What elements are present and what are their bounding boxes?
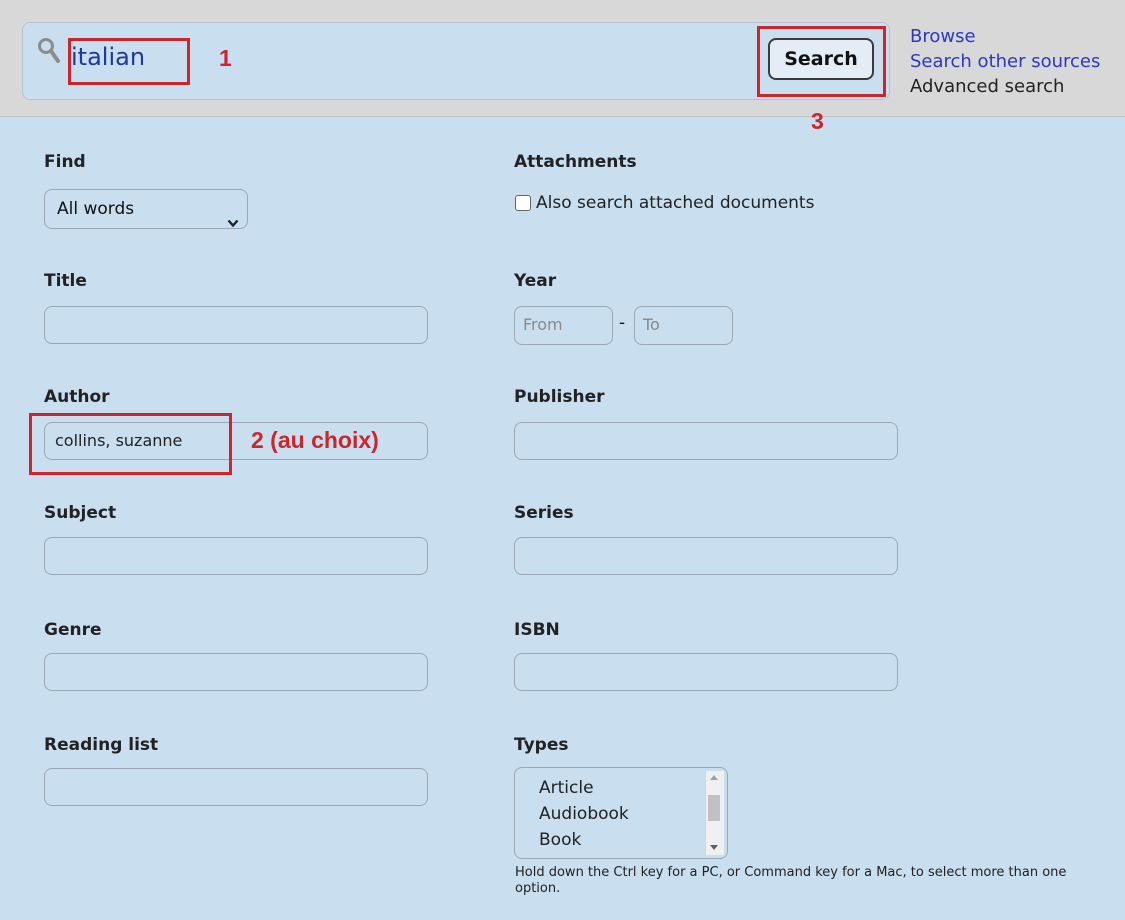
types-option-article[interactable]: Article xyxy=(539,778,594,798)
isbn-field[interactable] xyxy=(514,653,898,691)
attachments-checkbox[interactable] xyxy=(515,195,531,211)
find-select-value: All words xyxy=(57,199,135,219)
browse-link[interactable]: Browse xyxy=(910,24,1100,49)
series-field[interactable] xyxy=(514,537,898,575)
advanced-search-link[interactable]: Advanced search xyxy=(910,74,1100,99)
types-label: Types xyxy=(514,735,569,755)
year-from-field[interactable]: From xyxy=(514,306,613,345)
annotation-number-2: 2 (au choix) xyxy=(251,427,379,453)
annotation-box-search-term xyxy=(68,38,190,85)
genre-label: Genre xyxy=(44,620,102,640)
annotation-box-author xyxy=(29,413,232,475)
genre-field[interactable] xyxy=(44,653,428,691)
types-listbox[interactable]: Article Audiobook Book xyxy=(514,767,728,859)
subject-field[interactable] xyxy=(44,537,428,575)
attachments-checkbox-label: Also search attached documents xyxy=(536,193,815,213)
types-hint-text: Hold down the Ctrl key for a PC, or Comm… xyxy=(515,865,1067,896)
scroll-down-icon[interactable] xyxy=(710,845,718,850)
author-label: Author xyxy=(44,387,110,407)
chevron-down-icon xyxy=(227,204,239,242)
types-scrollbar-thumb[interactable] xyxy=(708,795,720,821)
year-to-placeholder: To xyxy=(643,315,660,334)
title-label: Title xyxy=(44,271,87,291)
find-label: Find xyxy=(44,152,86,172)
search-icon xyxy=(37,37,63,71)
year-range-separator: - xyxy=(619,313,626,333)
scroll-up-icon[interactable] xyxy=(710,775,718,780)
subject-label: Subject xyxy=(44,503,117,523)
attachments-label: Attachments xyxy=(514,152,637,172)
annotation-number-1: 1 xyxy=(219,45,232,71)
annotation-box-search-button xyxy=(757,26,886,97)
isbn-label: ISBN xyxy=(514,620,560,640)
search-mode-links: Browse Search other sources Advanced sea… xyxy=(910,24,1100,99)
year-to-field[interactable]: To xyxy=(634,306,733,345)
year-from-placeholder: From xyxy=(523,315,563,334)
year-label: Year xyxy=(514,271,557,291)
types-option-audiobook[interactable]: Audiobook xyxy=(539,804,629,824)
reading-list-field[interactable] xyxy=(44,768,428,806)
publisher-label: Publisher xyxy=(514,387,605,407)
annotation-number-3: 3 xyxy=(811,108,824,134)
series-label: Series xyxy=(514,503,574,523)
reading-list-label: Reading list xyxy=(44,735,159,755)
find-select[interactable]: All words xyxy=(44,189,248,229)
search-other-sources-link[interactable]: Search other sources xyxy=(910,49,1100,74)
types-option-book[interactable]: Book xyxy=(539,830,581,850)
publisher-field[interactable] xyxy=(514,422,898,460)
title-field[interactable] xyxy=(44,306,428,344)
